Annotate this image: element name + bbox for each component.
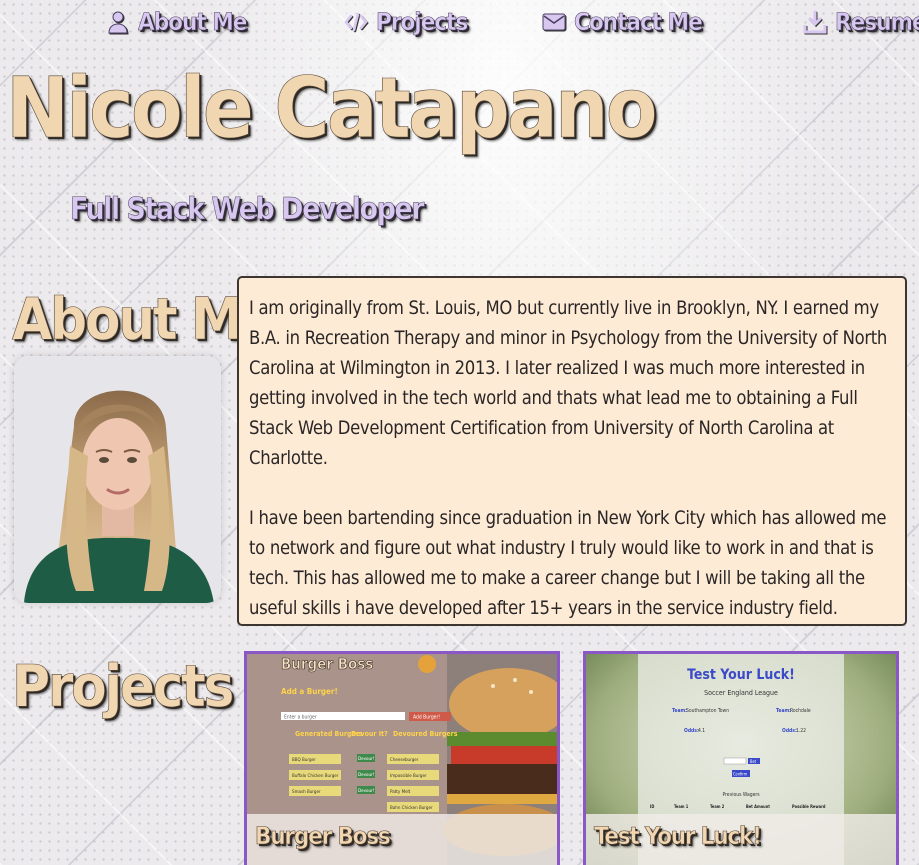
projects-section-title: Projects xyxy=(12,652,235,720)
thumb-bet: Bet xyxy=(750,759,757,764)
thumb-col-2: Devour It? xyxy=(351,730,388,738)
about-paragraph-1: I am originally from St. Louis, MO but c… xyxy=(249,298,888,469)
thumb-devoured-2: Impossible Burger xyxy=(390,773,427,779)
thumb-devour-1: Devour! xyxy=(358,756,375,762)
thumb-luck-heading: Test Your Luck! xyxy=(687,667,795,683)
thumb-col-3: Devoured Burgers xyxy=(393,730,458,738)
user-icon xyxy=(106,10,130,34)
thumb-devour-3: Devour! xyxy=(358,788,375,794)
nav-contact-link[interactable]: Contact Me xyxy=(542,4,703,40)
nav-resume-label: Resume xyxy=(835,8,919,37)
download-icon xyxy=(803,10,827,34)
nav-about-link[interactable]: About Me xyxy=(106,4,248,40)
thumb-generated-1: BBQ Burger xyxy=(292,757,316,763)
nav-projects-label: Projects xyxy=(376,8,469,37)
thumb-odds1-label: Odds: xyxy=(684,728,699,734)
thumb-heading: Burger Boss xyxy=(281,655,373,673)
thumb-input: Enter a burger xyxy=(284,715,317,721)
thumb-add-label: Add a Burger! xyxy=(281,687,338,696)
thumb-team1: Southampton Town xyxy=(686,708,729,714)
thumb-th-4: Bet Amount xyxy=(746,804,770,809)
thumb-team1-label: Team: xyxy=(672,708,687,714)
thumb-th-2: Team 1 xyxy=(674,804,689,809)
subtitle-role: Full Stack Web Developer xyxy=(70,192,425,228)
code-icon xyxy=(344,10,368,34)
thumb-devoured-4: Bahn Chicken Burger xyxy=(390,805,433,811)
envelope-icon xyxy=(542,10,566,34)
thumb-devour-2: Devour! xyxy=(358,772,375,778)
about-section-title: About Me xyxy=(12,285,276,353)
thumb-generated-3: Smash Burger xyxy=(292,789,321,795)
nav-contact-label: Contact Me xyxy=(574,8,703,37)
project-card-burger-boss[interactable]: Burger Boss Add a Burger! Enter a burger… xyxy=(244,651,560,865)
project-card-test-your-luck[interactable]: Test Your Luck! Soccer England League Te… xyxy=(583,651,899,865)
profile-photo xyxy=(14,356,221,603)
thumb-team2: Rochdale xyxy=(790,708,811,714)
thumb-devoured-3: Patty Melt xyxy=(390,789,411,795)
thumb-th-1: ID xyxy=(650,804,654,809)
thumb-devoured-1: Cheeseburger xyxy=(390,757,419,763)
nav-projects-link[interactable]: Projects xyxy=(344,4,469,40)
thumb-odds2-label: Odds: xyxy=(782,728,797,734)
thumb-confirm: Confirm xyxy=(733,772,748,777)
about-text-box: I am originally from St. Louis, MO but c… xyxy=(237,276,907,626)
thumb-th-5: Possible Reward xyxy=(792,804,826,809)
project-caption-burger-boss: Burger Boss xyxy=(247,814,557,865)
thumb-league: Soccer England League xyxy=(704,689,778,697)
nav-resume-link[interactable]: Resume xyxy=(803,4,919,40)
top-nav: About Me Projects Contact Me Resume xyxy=(0,4,919,40)
thumb-previous: Previous Wagers xyxy=(722,792,760,798)
thumb-th-3: Team 2 xyxy=(710,804,725,809)
thumb-odds2: 1.22 xyxy=(796,728,806,734)
page-title: Nicole Catapano xyxy=(6,59,658,157)
thumb-team2-label: Team: xyxy=(776,708,791,714)
thumb-odds1: 4.1 xyxy=(698,728,705,734)
thumb-generated-2: Buffalo Chicken Burger xyxy=(292,773,339,779)
nav-about-label: About Me xyxy=(138,8,248,37)
project-caption-test-your-luck: Test Your Luck! xyxy=(586,814,896,865)
thumb-submit: Add Burger! xyxy=(413,715,440,721)
about-paragraph-2: I have been bartending since graduation … xyxy=(249,508,887,619)
